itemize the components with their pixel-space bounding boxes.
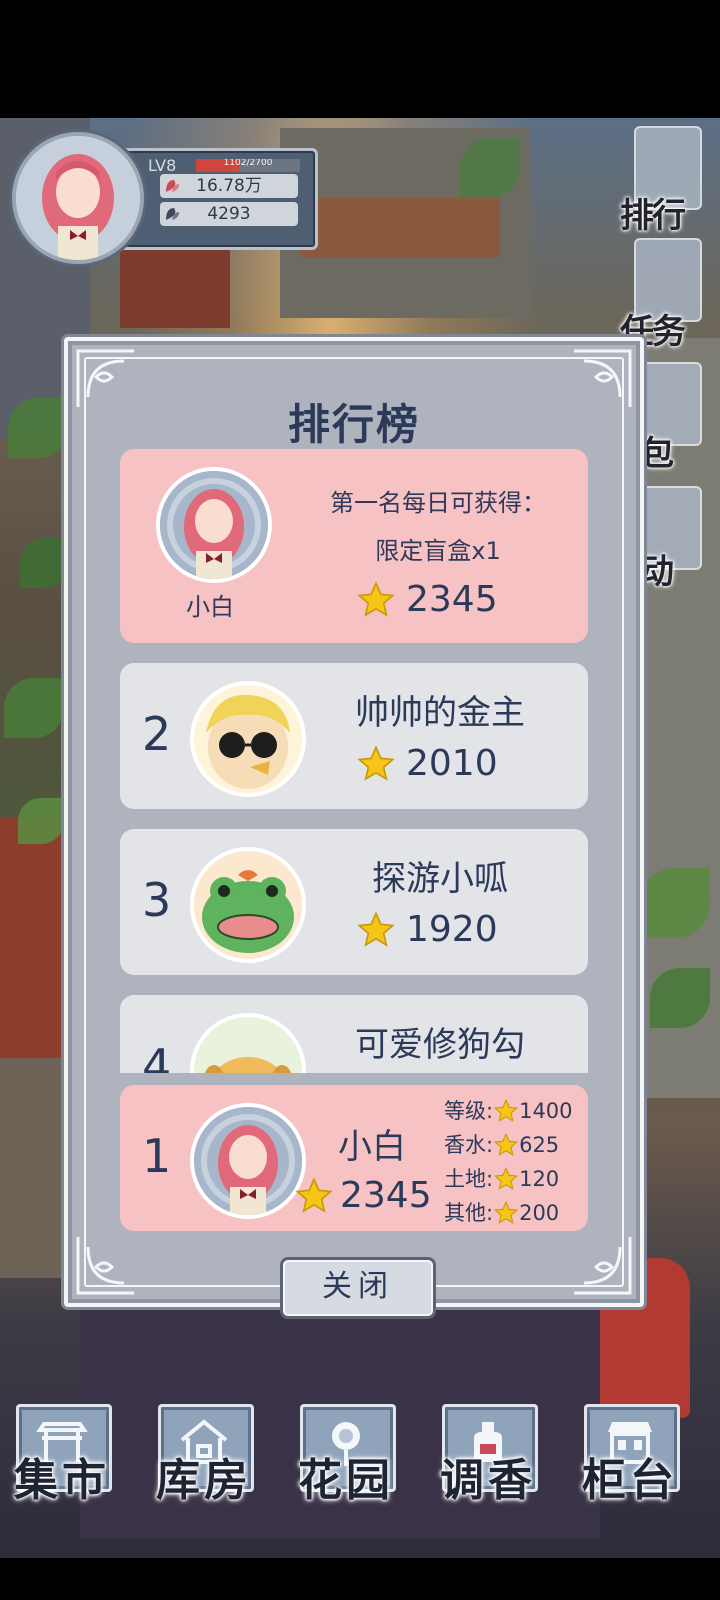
- player-score-value: 2010: [406, 743, 498, 784]
- rank-number: 4: [142, 1039, 172, 1073]
- nav-market-label: 集市: [14, 1455, 110, 1506]
- star-icon: [493, 1098, 519, 1122]
- my-score: 2345: [294, 1175, 432, 1216]
- player-level: LV8: [148, 156, 177, 175]
- first-place-name: 小白: [186, 593, 234, 621]
- girl-avatar-icon: [194, 1107, 302, 1215]
- exp-progress-bar: 1102/2700: [196, 159, 300, 172]
- rank-avatar: [190, 847, 306, 963]
- my-rank-number: 1: [142, 1129, 172, 1183]
- breakdown-label: 香水:: [444, 1133, 494, 1157]
- player-score: 1920: [356, 909, 498, 950]
- star-icon: [493, 1166, 519, 1190]
- my-score-value: 2345: [340, 1175, 432, 1216]
- nav-counter-label: 柜台: [582, 1455, 678, 1506]
- breakdown-value: 200: [519, 1201, 560, 1225]
- currency-row-1: 16.78万: [160, 174, 298, 198]
- my-avatar: [190, 1103, 306, 1219]
- star-icon: [493, 1200, 519, 1224]
- close-button[interactable]: 关闭: [280, 1257, 436, 1319]
- currency-1-value: 16.78万: [196, 176, 262, 196]
- nav-blend-label: 调香: [440, 1455, 536, 1506]
- player-name: 帅帅的金主: [355, 693, 525, 733]
- first-place-card: 小白 第一名每日可获得： 限定盲盒x1 2345: [120, 449, 588, 643]
- frog-avatar-icon: [194, 851, 302, 959]
- currency-row-2: 4293: [160, 202, 298, 226]
- star-icon: [295, 1176, 333, 1213]
- nav-garden-label: 花园: [298, 1455, 394, 1506]
- first-place-score-value: 2345: [406, 579, 498, 620]
- ornament-corner-icon: [574, 1237, 632, 1295]
- ranking-list[interactable]: 2 帅帅的金主 2010 3 探游小呱 1920 4 可爱修狗勾: [120, 663, 588, 1073]
- girl-avatar-icon: [16, 136, 140, 260]
- rank-avatar: [190, 681, 306, 797]
- rank-avatar: [190, 1013, 306, 1073]
- leaderboard-dialog: 排行榜 小白 第一名每日可获得： 限定盲盒x1 2345 2 帅帅的金主 201…: [64, 337, 644, 1319]
- score-breakdown-perfume: 香水: 625: [444, 1129, 559, 1159]
- nav-warehouse-label: 库房: [156, 1455, 252, 1506]
- rank-number: 3: [142, 873, 172, 927]
- side-button-event-label: 动: [640, 552, 674, 592]
- star-icon: [357, 744, 395, 781]
- first-place-score: 2345: [356, 579, 498, 623]
- breakdown-value: 625: [519, 1133, 560, 1157]
- breakdown-value: 120: [519, 1167, 560, 1191]
- star-icon: [357, 910, 395, 947]
- breakdown-label: 土地:: [444, 1167, 494, 1191]
- player-name: 探游小呱: [372, 859, 508, 899]
- ranking-row[interactable]: 3 探游小呱 1920: [120, 829, 588, 975]
- leaf-icon: [166, 208, 179, 220]
- side-button-ranking[interactable]: 排行: [620, 126, 704, 246]
- breakdown-value: 1400: [519, 1099, 573, 1123]
- bottom-bar: [0, 1558, 720, 1600]
- breakdown-label: 等级:: [444, 1099, 494, 1123]
- nav-blend-button[interactable]: 调香: [428, 1402, 548, 1512]
- nav-market-button[interactable]: 集市: [2, 1402, 122, 1512]
- side-button-ranking-label: 排行: [620, 196, 686, 236]
- my-rank-row: 1 小白 2345 等级: 1400 香水: 625 土地: 120 其他: 200: [120, 1085, 588, 1231]
- nav-counter-button[interactable]: 柜台: [570, 1402, 690, 1512]
- leaderboard-title: 排行榜: [287, 400, 420, 449]
- player-score-value: 1920: [406, 909, 498, 950]
- my-name: 小白: [338, 1127, 406, 1167]
- star-icon: [493, 1132, 519, 1156]
- dog-avatar-icon: [194, 1017, 302, 1073]
- sunglasses-guy-avatar-icon: [194, 685, 302, 793]
- player-info-card[interactable]: LV8 1102/2700 16.78万 4293: [12, 132, 318, 264]
- score-breakdown-level: 等级: 1400: [444, 1095, 573, 1125]
- first-place-reward-title: 第一名每日可获得：: [330, 489, 546, 517]
- breakdown-label: 其他:: [444, 1201, 494, 1225]
- ranking-row[interactable]: 4 可爱修狗勾: [120, 995, 588, 1073]
- player-score: 2010: [356, 743, 498, 784]
- score-breakdown-land: 土地: 120: [444, 1163, 559, 1193]
- nav-garden-button[interactable]: 花园: [286, 1402, 406, 1512]
- ranking-row[interactable]: 2 帅帅的金主 2010: [120, 663, 588, 809]
- exp-progress-text: 1102/2700: [223, 159, 273, 168]
- first-place-avatar[interactable]: [156, 467, 272, 583]
- side-button-bag-label: 包: [640, 434, 674, 474]
- girl-avatar-icon: [160, 471, 268, 579]
- star-icon: [357, 580, 395, 617]
- first-place-reward-item: 限定盲盒x1: [375, 537, 501, 565]
- score-breakdown-other: 其他: 200: [444, 1197, 559, 1227]
- ornament-corner-icon: [76, 1237, 134, 1295]
- rank-number: 2: [142, 707, 172, 761]
- player-avatar[interactable]: [12, 132, 144, 264]
- currency-2-value: 4293: [207, 204, 251, 224]
- petal-icon: [166, 180, 179, 192]
- nav-warehouse-button[interactable]: 库房: [144, 1402, 264, 1512]
- player-name: 可爱修狗勾: [355, 1025, 525, 1065]
